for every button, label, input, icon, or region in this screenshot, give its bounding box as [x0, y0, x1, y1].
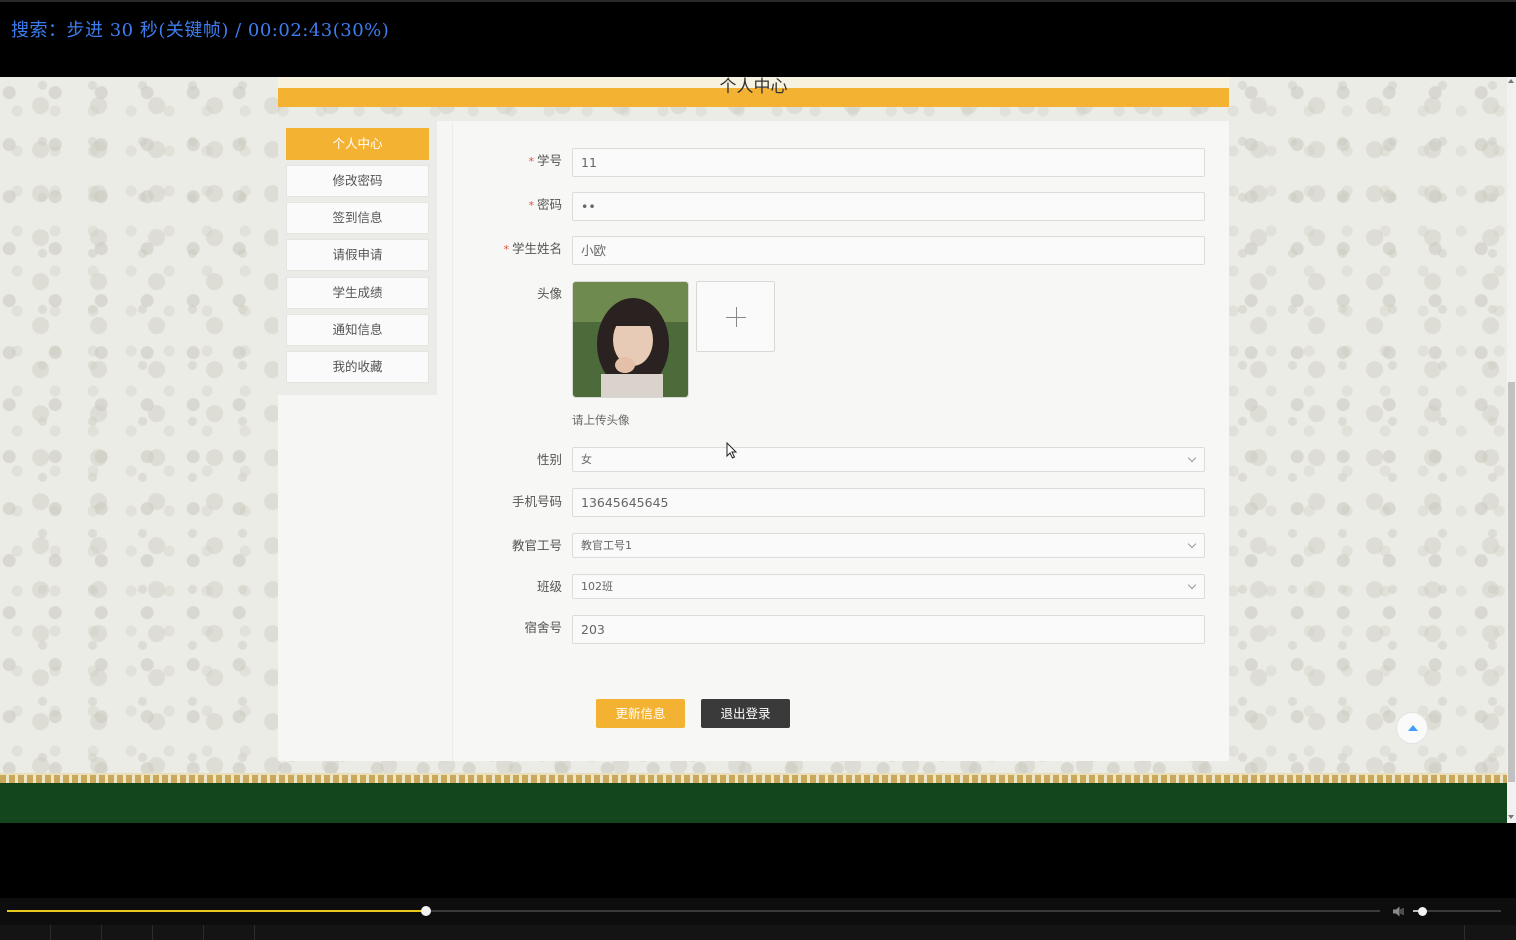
avatar-photo-icon: [573, 282, 688, 397]
web-page: 个人中心 个人中心 修改密码 签到信息 请假申请 学生成绩 通知信息 我的收藏 …: [0, 77, 1516, 823]
required-mark: *: [528, 199, 534, 212]
volume-handle[interactable]: [1417, 907, 1427, 916]
dorm-label: 宿舍号: [524, 620, 562, 635]
scroll-down-icon[interactable]: [1508, 815, 1514, 819]
logout-button[interactable]: 退出登录: [701, 699, 790, 728]
page-scrollbar[interactable]: [1507, 77, 1516, 823]
sidebar-item-profile[interactable]: 个人中心: [286, 128, 429, 160]
class-select[interactable]: 102班: [572, 574, 1205, 599]
gender-label: 性别: [536, 452, 562, 467]
phone-label: 手机号码: [511, 494, 562, 509]
sidebar-item-leave[interactable]: 请假申请: [286, 239, 429, 271]
sidebar-item-change-password[interactable]: 修改密码: [286, 165, 429, 197]
osd-seek-text: 搜索：步进 30 秒(关键帧) / 00:02:43(30%): [11, 20, 390, 41]
avatar-image[interactable]: [572, 281, 689, 398]
player-controls: [0, 898, 1516, 925]
mouse-cursor-icon: [726, 442, 738, 459]
teacher-id-value: 教官工号1: [581, 539, 632, 552]
arrow-up-icon: [1408, 725, 1418, 731]
student-id-label: * 学号: [528, 153, 562, 168]
gender-select[interactable]: 女: [572, 447, 1205, 472]
footer: [0, 783, 1507, 823]
sidebar-item-favorites[interactable]: 我的收藏: [286, 351, 429, 383]
student-id-input[interactable]: 11: [572, 148, 1205, 177]
chevron-down-icon: [1187, 539, 1197, 549]
gender-value: 女: [581, 453, 592, 466]
scroll-up-icon[interactable]: [1508, 79, 1514, 83]
avatar-upload-button[interactable]: [696, 281, 775, 352]
osd-bar: 搜索：步进 30 秒(关键帧) / 00:02:43(30%): [0, 0, 1516, 77]
update-info-button[interactable]: 更新信息: [596, 699, 685, 728]
student-name-input[interactable]: 小欧: [572, 236, 1205, 265]
chevron-down-icon: [1187, 580, 1197, 590]
class-value: 102班: [581, 580, 613, 593]
seek-bar[interactable]: [7, 910, 1380, 912]
student-name-label: * 学生姓名: [503, 241, 562, 256]
volume-icon[interactable]: [1393, 906, 1405, 917]
teacher-id-label: 教官工号: [511, 538, 562, 553]
status-bar: [0, 925, 1516, 940]
scrollbar-thumb[interactable]: [1508, 382, 1515, 782]
class-label: 班级: [536, 579, 562, 594]
avatar-hint: 请上传头像: [572, 413, 630, 427]
page-title: 个人中心: [719, 77, 788, 97]
sidebar-item-grades[interactable]: 学生成绩: [286, 277, 429, 309]
avatar-label: 头像: [536, 286, 562, 301]
required-mark: *: [528, 155, 534, 168]
teacher-id-select[interactable]: 教官工号1: [572, 533, 1205, 558]
phone-input[interactable]: 13645645645: [572, 488, 1205, 517]
password-label: * 密码: [528, 197, 562, 212]
chevron-down-icon: [1187, 453, 1197, 463]
password-input[interactable]: ••: [572, 192, 1205, 221]
sidebar-item-checkin[interactable]: 签到信息: [286, 202, 429, 234]
footer-border: [0, 773, 1507, 783]
seek-bar-fill: [7, 910, 426, 912]
required-mark: *: [503, 243, 509, 256]
sidebar-item-notices[interactable]: 通知信息: [286, 314, 429, 346]
back-to-top-button[interactable]: [1396, 712, 1428, 744]
seek-handle[interactable]: [420, 906, 431, 916]
dorm-input[interactable]: 203: [572, 615, 1205, 644]
